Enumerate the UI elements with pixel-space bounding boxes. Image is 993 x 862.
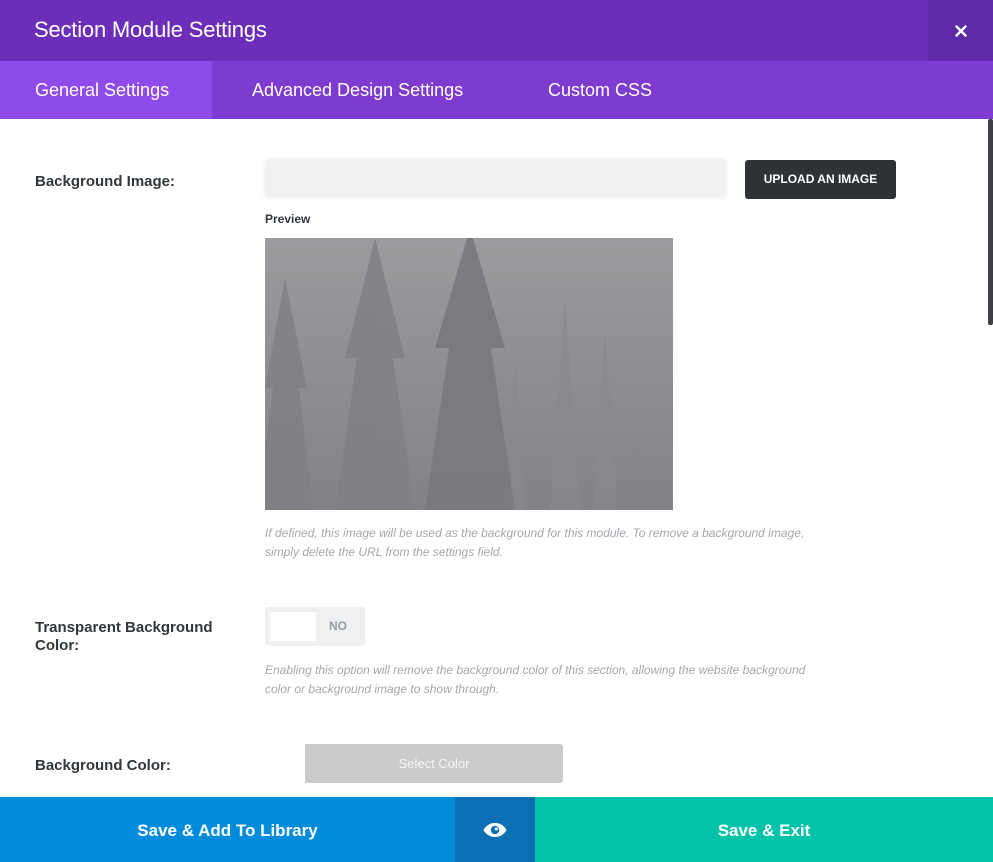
upload-image-button[interactable]: UPLOAD AN IMAGE <box>745 160 896 199</box>
modal-title: Section Module Settings <box>34 17 267 42</box>
settings-panel: Background Image: UPLOAD AN IMAGE Previe… <box>0 119 993 797</box>
scrollbar-thumb[interactable] <box>988 119 993 325</box>
close-button[interactable] <box>928 0 993 61</box>
transparent-background-label: Transparent Background Color: <box>35 619 213 654</box>
modal-footer: Save & Add To Library Save & Exit <box>0 797 993 862</box>
color-swatch[interactable] <box>265 744 305 783</box>
background-image-description: If defined, this image will be used as t… <box>265 526 805 559</box>
transparent-background-toggle[interactable]: NO <box>265 607 365 646</box>
toggle-state: NO <box>329 619 347 633</box>
toggle-knob <box>270 612 316 641</box>
save-add-to-library-button[interactable]: Save & Add To Library <box>0 797 455 862</box>
preview-button[interactable] <box>455 797 535 862</box>
tab-general-settings[interactable]: General Settings <box>0 61 212 119</box>
preview-label: Preview <box>265 212 311 226</box>
background-image-preview <box>265 238 673 510</box>
background-color-label: Background Color: <box>35 757 171 774</box>
modal-header: Section Module Settings <box>0 0 993 61</box>
tab-bar: General Settings Advanced Design Setting… <box>0 61 993 119</box>
close-icon <box>954 24 967 37</box>
tab-custom-css[interactable]: Custom CSS <box>548 61 652 119</box>
transparent-background-description: Enabling this option will remove the bac… <box>265 663 806 696</box>
select-color-button[interactable]: Select Color <box>305 744 563 783</box>
background-image-url-input[interactable] <box>265 159 726 198</box>
tab-advanced-design-settings[interactable]: Advanced Design Settings <box>252 61 463 119</box>
eye-icon <box>483 822 507 837</box>
foggy-forest-image <box>265 238 673 510</box>
background-image-label: Background Image: <box>35 173 176 190</box>
save-exit-button[interactable]: Save & Exit <box>535 797 993 862</box>
